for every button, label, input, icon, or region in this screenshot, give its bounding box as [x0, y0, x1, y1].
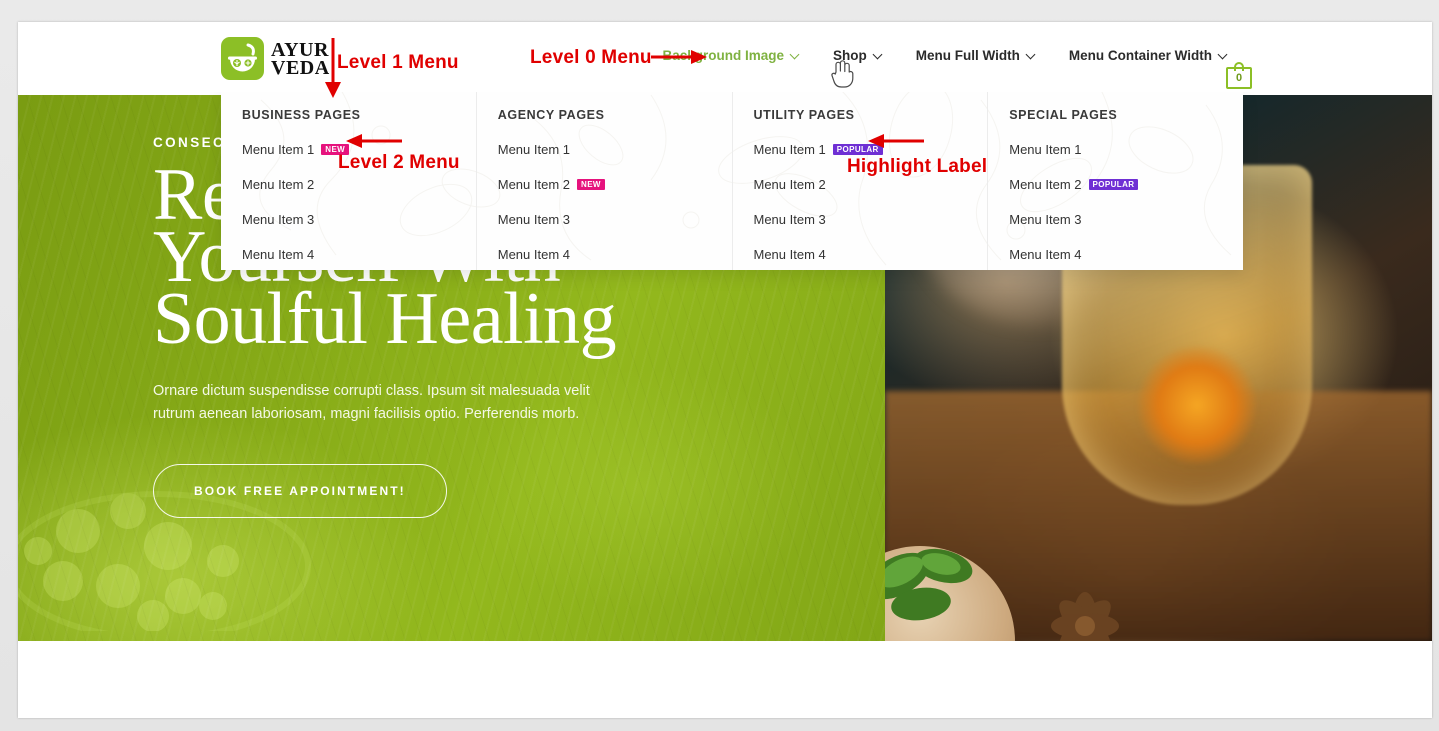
chevron-down-icon: [1027, 51, 1035, 59]
mega-column-title: SPECIAL PAGES: [1009, 108, 1118, 122]
website-page: CONSECTETUR ADIPISCING Rejuvenate Yourse…: [18, 22, 1432, 718]
mint-leaves-icon: [885, 548, 973, 621]
chevron-down-icon: [791, 51, 799, 59]
mega-item-label: Menu Item 1: [753, 142, 826, 157]
chevron-down-icon: [874, 51, 882, 59]
mega-item-label: Menu Item 3: [753, 212, 826, 227]
mega-menu-item[interactable]: Menu Item 1 POPULAR: [754, 142, 988, 157]
cart-count: 0: [1226, 67, 1252, 89]
nav-item-menu-full-width[interactable]: Menu Full Width: [899, 48, 1052, 63]
mega-column-agency-pages: AGENCY PAGES Menu Item 1 Menu Item 2 NEW…: [477, 90, 733, 270]
mega-menu-item[interactable]: Menu Item 4: [242, 247, 476, 262]
mega-menu-item[interactable]: Menu Item 2: [242, 177, 476, 192]
mega-menu-item[interactable]: Menu Item 1: [498, 142, 732, 157]
main-navigation: Background Image Shop Menu Full Width Me…: [645, 48, 1244, 63]
nav-label: Shop: [833, 48, 867, 63]
hero-title-line-3: Soulful Healing: [153, 278, 617, 360]
mega-item-label: Menu Item 1: [242, 142, 315, 157]
annotation-level-0-menu: Level 0 Menu: [530, 47, 652, 68]
mega-column-title: UTILITY PAGES: [753, 108, 855, 122]
hero-subtitle: Ornare dictum suspendisse corrupti class…: [153, 383, 590, 422]
mega-item-label: Menu Item 3: [497, 212, 571, 227]
mega-item-label: Menu Item 1: [497, 142, 571, 157]
badge-new: NEW: [577, 179, 605, 190]
nav-item-menu-container-width[interactable]: Menu Container Width: [1052, 48, 1244, 63]
mega-item-label: Menu Item 3: [242, 212, 315, 227]
mega-item-label: Menu Item 4: [753, 247, 826, 262]
mega-item-label: Menu Item 4: [497, 247, 571, 262]
mega-item-label: Menu Item 2: [1009, 177, 1082, 192]
mega-column-business-pages: BUSINESS PAGES Menu Item 1 NEW Menu Item…: [221, 90, 477, 270]
logo-word-line-2: VEDA: [271, 56, 330, 79]
book-appointment-button[interactable]: BOOK FREE APPOINTMENT!: [153, 464, 447, 518]
mega-item-label: Menu Item 4: [242, 247, 315, 262]
badge-popular: POPULAR: [1088, 179, 1139, 190]
annotation-level-1-menu: Level 1 Menu: [337, 52, 459, 73]
mega-column-title: BUSINESS PAGES: [242, 108, 361, 122]
mortar-pestle-icon: [221, 37, 264, 80]
blooming-flower: [1137, 345, 1257, 465]
mega-menu-item[interactable]: Menu Item 4: [754, 247, 988, 262]
star-anise-icon: [1051, 592, 1119, 641]
mega-menu-item[interactable]: Menu Item 3: [754, 212, 988, 227]
logo-word-line-1: AYUR: [271, 38, 329, 61]
mega-item-label: Menu Item 2: [497, 177, 571, 192]
mega-item-label: Menu Item 2: [242, 177, 315, 192]
mega-item-label: Menu Item 2: [753, 177, 826, 192]
logo-wordmark: AYUR VEDA: [271, 38, 330, 79]
mega-menu-item[interactable]: Menu Item 2 NEW: [498, 177, 732, 192]
annotation-level-2-menu: Level 2 Menu: [338, 152, 460, 173]
nav-label: Menu Container Width: [1068, 48, 1212, 63]
mega-item-label: Menu Item 4: [1009, 247, 1082, 262]
chevron-down-icon: [1219, 51, 1227, 59]
mega-column-special-pages: SPECIAL PAGES Menu Item 1 Menu Item 2 PO…: [988, 90, 1243, 270]
mega-menu-item[interactable]: Menu Item 2 POPULAR: [1009, 177, 1243, 192]
mega-menu-item[interactable]: Menu Item 1: [1009, 142, 1243, 157]
mega-column-utility-pages: UTILITY PAGES Menu Item 1 POPULAR Menu I…: [733, 90, 989, 270]
screen: CONSECTETUR ADIPISCING Rejuvenate Yourse…: [0, 0, 1439, 731]
mega-dropdown-menu: BUSINESS PAGES Menu Item 1 NEW Menu Item…: [221, 90, 1243, 270]
nav-label: Background Image: [662, 48, 785, 63]
mega-item-label: Menu Item 1: [1009, 142, 1082, 157]
badge-popular: POPULAR: [832, 144, 883, 155]
site-header: AYUR VEDA Background Image Shop Menu Ful…: [18, 22, 1432, 92]
annotation-highlight-label: Highlight Label: [847, 156, 988, 177]
cart-button[interactable]: 0: [1226, 61, 1252, 89]
mega-item-label: Menu Item 3: [1009, 212, 1082, 227]
mega-menu-item[interactable]: Menu Item 4: [1009, 247, 1243, 262]
mega-menu-item[interactable]: Menu Item 2: [754, 177, 988, 192]
mega-menu-item[interactable]: Menu Item 4: [498, 247, 732, 262]
site-logo[interactable]: AYUR VEDA: [221, 37, 330, 80]
mega-menu-item[interactable]: Menu Item 3: [242, 212, 476, 227]
nav-item-shop[interactable]: Shop: [816, 48, 899, 63]
mega-menu-item[interactable]: Menu Item 3: [1009, 212, 1243, 227]
mega-menu-item[interactable]: Menu Item 3: [498, 212, 732, 227]
nav-label: Menu Full Width: [915, 48, 1020, 63]
nav-item-background-image[interactable]: Background Image: [645, 48, 816, 63]
mega-column-title: AGENCY PAGES: [497, 108, 605, 122]
